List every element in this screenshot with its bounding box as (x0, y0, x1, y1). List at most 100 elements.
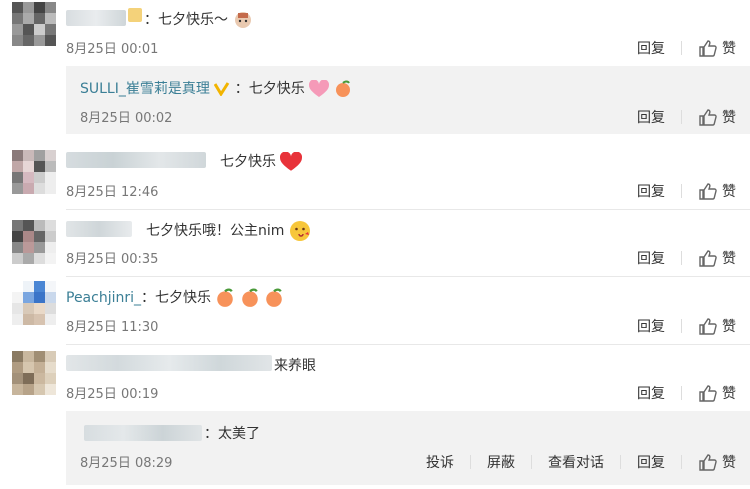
blurred-username[interactable] (66, 221, 132, 237)
like-label: 赞 (722, 386, 736, 402)
reply-time: 8月25日 08:29 (80, 456, 173, 471)
avatar[interactable] (12, 351, 56, 395)
blurred-username[interactable] (84, 425, 202, 441)
like-label: 赞 (722, 455, 736, 471)
kiss-face-icon (289, 221, 310, 241)
like-button[interactable]: 赞 (698, 181, 736, 201)
divider (681, 110, 682, 124)
like-button[interactable]: 赞 (698, 107, 736, 127)
like-label: 赞 (722, 319, 736, 335)
comment-3: 七夕快乐哦！公主nim 8月25日 00:35 回复 赞 (0, 212, 750, 278)
reply-actions: 回复 赞 (637, 107, 736, 127)
reply-box: SULLI_崔雪莉是真理 ：七夕快乐 8月25日 00:02 回复 赞 (66, 66, 750, 134)
comment-time: 8月25日 11:30 (66, 320, 159, 335)
comment-time: 8月25日 12:46 (66, 185, 159, 200)
comment-1: ：七夕快乐～ 8月25日 00:01 回复 赞 (0, 0, 750, 66)
thumbs-up-icon (699, 250, 717, 267)
reply-button[interactable]: 回复 (637, 452, 665, 472)
reply-button[interactable]: 回复 (637, 383, 665, 403)
reply-body: ：太美了 (204, 426, 260, 442)
comment-2: 七夕快乐 8月25日 12:46 回复 赞 (0, 140, 750, 210)
reply-button[interactable]: 回复 (637, 181, 665, 201)
cartoon-emoji-icon (235, 12, 252, 28)
report-button[interactable]: 投诉 (426, 452, 454, 472)
thumbs-up-icon (699, 109, 717, 126)
block-button[interactable]: 屏蔽 (487, 452, 515, 472)
reply-button[interactable]: 回复 (637, 107, 665, 127)
comment-text: Peachjinri_：七夕快乐 (66, 287, 284, 308)
comment-actions: 回复 赞 (637, 38, 736, 58)
divider (681, 386, 682, 400)
comment-actions: 回复 赞 (637, 316, 736, 336)
comment-text: 七夕快乐哦！公主nim (146, 220, 311, 242)
peach-icon (217, 288, 234, 307)
heart-icon (309, 80, 330, 97)
reply-button[interactable]: 回复 (637, 248, 665, 268)
peach-icon (266, 288, 283, 307)
reply-text: ：太美了 (204, 423, 260, 443)
row-divider (66, 276, 750, 277)
like-button[interactable]: 赞 (698, 316, 736, 336)
avatar[interactable] (12, 150, 56, 194)
comment-body: ：七夕快乐～ (144, 12, 228, 28)
reply-text: SULLI_崔雪莉是真理 ：七夕快乐 (80, 78, 352, 98)
blurred-username[interactable] (66, 152, 206, 168)
comment-actions: 回复 赞 (637, 383, 736, 403)
like-button[interactable]: 赞 (698, 38, 736, 58)
reply-username[interactable]: SULLI_崔雪莉是真理 (80, 81, 210, 97)
divider (681, 455, 682, 469)
reply-button[interactable]: 回复 (637, 38, 665, 58)
divider (531, 455, 532, 469)
like-label: 赞 (722, 41, 736, 57)
divider (681, 319, 682, 333)
comment-text: 来养眼 (274, 355, 316, 375)
avatar[interactable] (12, 2, 56, 46)
comment-actions: 回复 赞 (637, 248, 736, 268)
avatar[interactable] (12, 281, 56, 325)
divider (681, 41, 682, 55)
thumbs-up-icon (699, 183, 717, 200)
blurred-badge (128, 8, 142, 22)
thumbs-up-icon (699, 40, 717, 57)
divider (681, 184, 682, 198)
avatar[interactable] (12, 220, 56, 264)
comment-time: 8月25日 00:19 (66, 387, 159, 402)
like-button[interactable]: 赞 (698, 383, 736, 403)
comment-actions: 回复 赞 (637, 181, 736, 201)
comment-4: Peachjinri_：七夕快乐 8月25日 11:30 回复 赞 (0, 279, 750, 345)
divider (681, 251, 682, 265)
comment-username[interactable]: Peachjinri_ (66, 290, 141, 306)
view-dialog-button[interactable]: 查看对话 (548, 452, 604, 472)
reply-button[interactable]: 回复 (637, 316, 665, 336)
peach-icon (242, 288, 258, 307)
comment-5: 来养眼 8月25日 00:19 回复 赞 (0, 347, 750, 409)
like-button[interactable]: 赞 (698, 248, 736, 268)
like-label: 赞 (722, 110, 736, 126)
comment-text: 七夕快乐 (220, 151, 303, 172)
comment-body: 来养眼 (274, 358, 316, 374)
like-button[interactable]: 赞 (698, 452, 736, 472)
like-label: 赞 (722, 184, 736, 200)
reply-body: ：七夕快乐 (234, 81, 305, 97)
divider (620, 455, 621, 469)
reply-box: ：太美了 8月25日 08:29 投诉 屏蔽 查看对话 回复 赞 (66, 411, 750, 485)
comment-body: 七夕快乐哦！公主nim (146, 223, 285, 239)
comment-body: ：七夕快乐 (141, 290, 212, 306)
heart-icon (280, 152, 303, 171)
peach-icon (335, 80, 350, 97)
thumbs-up-icon (699, 454, 717, 471)
blurred-username[interactable] (66, 10, 126, 26)
comment-time: 8月25日 00:35 (66, 252, 159, 267)
comment-text: ：七夕快乐～ (144, 9, 254, 30)
thumbs-up-icon (699, 318, 717, 335)
thumbs-up-icon (699, 385, 717, 402)
comment-body: 七夕快乐 (220, 154, 276, 170)
row-divider (66, 344, 750, 345)
row-divider (66, 209, 750, 210)
reply-time: 8月25日 00:02 (80, 111, 173, 126)
reply-actions: 投诉 屏蔽 查看对话 回复 赞 (426, 452, 736, 472)
blurred-username[interactable] (66, 355, 272, 371)
like-label: 赞 (722, 251, 736, 267)
verified-v-icon (214, 82, 230, 96)
divider (470, 455, 471, 469)
